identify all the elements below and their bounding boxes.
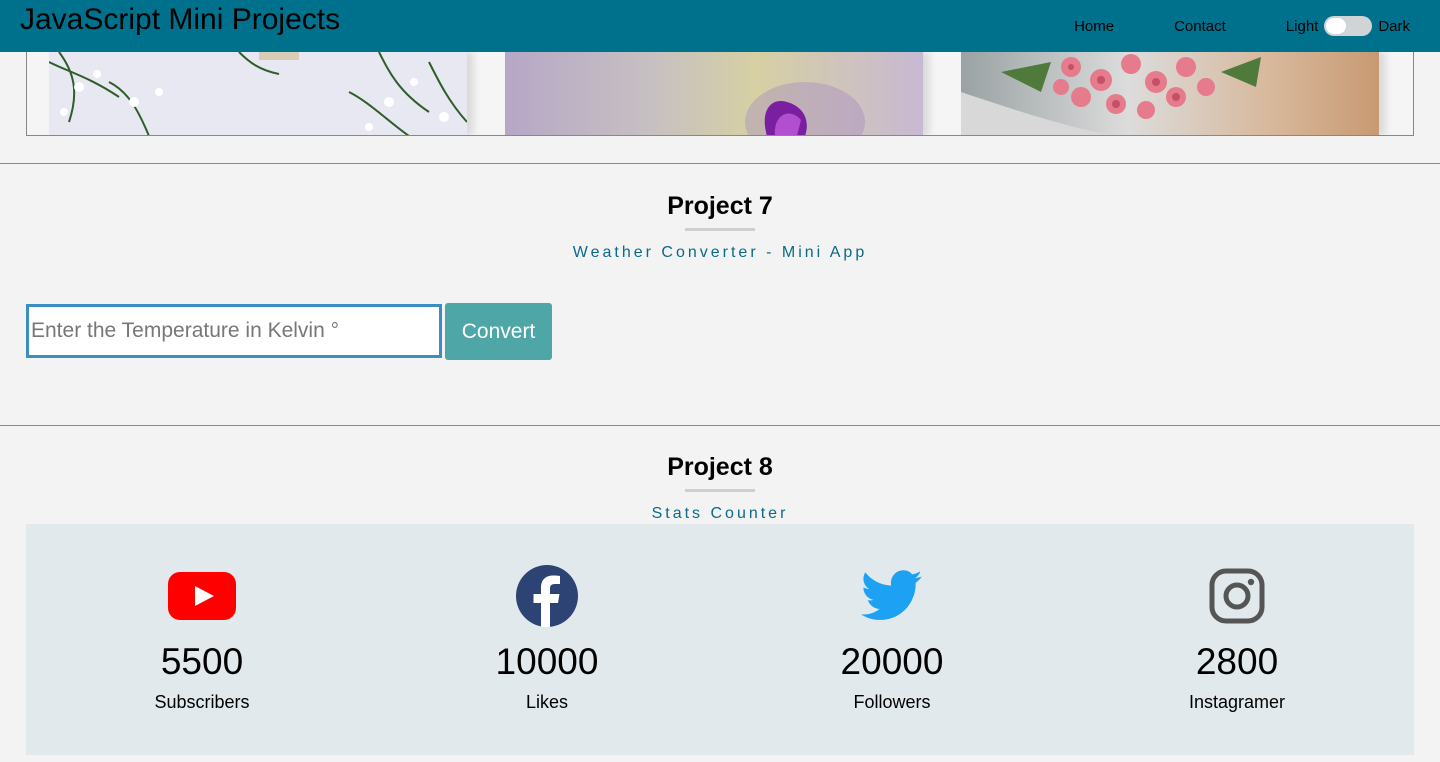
nav-contact-link[interactable]: Contact xyxy=(1174,18,1226,35)
stat-value: 10000 xyxy=(495,641,599,682)
image-gallery xyxy=(26,52,1414,136)
convert-button[interactable]: Convert xyxy=(445,303,552,360)
project-8-title-underline xyxy=(685,489,755,492)
theme-light-label: Light xyxy=(1285,17,1319,35)
gallery-photo-pink-roses[interactable] xyxy=(961,52,1379,135)
youtube-icon xyxy=(30,564,374,628)
site-header: JavaScript Mini Projects Home Contact Li… xyxy=(0,0,1440,52)
twitter-icon xyxy=(720,564,1064,628)
section-divider xyxy=(0,425,1440,426)
nav-home-link[interactable]: Home xyxy=(1074,18,1114,35)
stat-value: 5500 xyxy=(160,641,244,682)
theme-toggle-knob xyxy=(1326,18,1347,34)
gallery-photo-white-flowers[interactable] xyxy=(49,52,467,135)
facebook-icon xyxy=(375,564,719,628)
project-7-title: Project 7 xyxy=(667,192,773,220)
stat-value: 20000 xyxy=(840,641,944,682)
stat-card-twitter: 20000 Followers xyxy=(720,524,1064,755)
stat-card-youtube: 5500 Subscribers xyxy=(30,524,374,755)
site-title: JavaScript Mini Projects xyxy=(20,3,341,36)
stat-label: Instagramer xyxy=(1188,692,1286,712)
stat-label: Followers xyxy=(853,692,931,712)
project-7-subtitle: Weather Converter - Mini App xyxy=(572,244,868,261)
project-7-title-underline xyxy=(685,228,755,231)
instagram-icon xyxy=(1065,564,1409,628)
gallery-photo-purple-crocus[interactable] xyxy=(505,52,923,135)
theme-dark-label: Dark xyxy=(1378,17,1410,35)
stat-label: Likes xyxy=(525,692,569,712)
section-divider xyxy=(0,163,1440,164)
project-8-title: Project 8 xyxy=(667,453,773,481)
stats-counter-panel: 5500 Subscribers 10000 Likes 20000 Follo… xyxy=(26,524,1414,755)
theme-switcher: Light Dark xyxy=(1286,16,1410,36)
stat-card-instagram: 2800 Instagramer xyxy=(1065,524,1409,755)
kelvin-temperature-input[interactable] xyxy=(26,304,442,358)
stat-card-facebook: 10000 Likes xyxy=(375,524,719,755)
theme-toggle[interactable] xyxy=(1324,16,1373,36)
main-nav: Home Contact Light Dark xyxy=(1074,16,1410,36)
stat-value: 2800 xyxy=(1195,641,1279,682)
stat-label: Subscribers xyxy=(154,692,250,712)
project-8-subtitle: Stats Counter xyxy=(651,505,789,522)
